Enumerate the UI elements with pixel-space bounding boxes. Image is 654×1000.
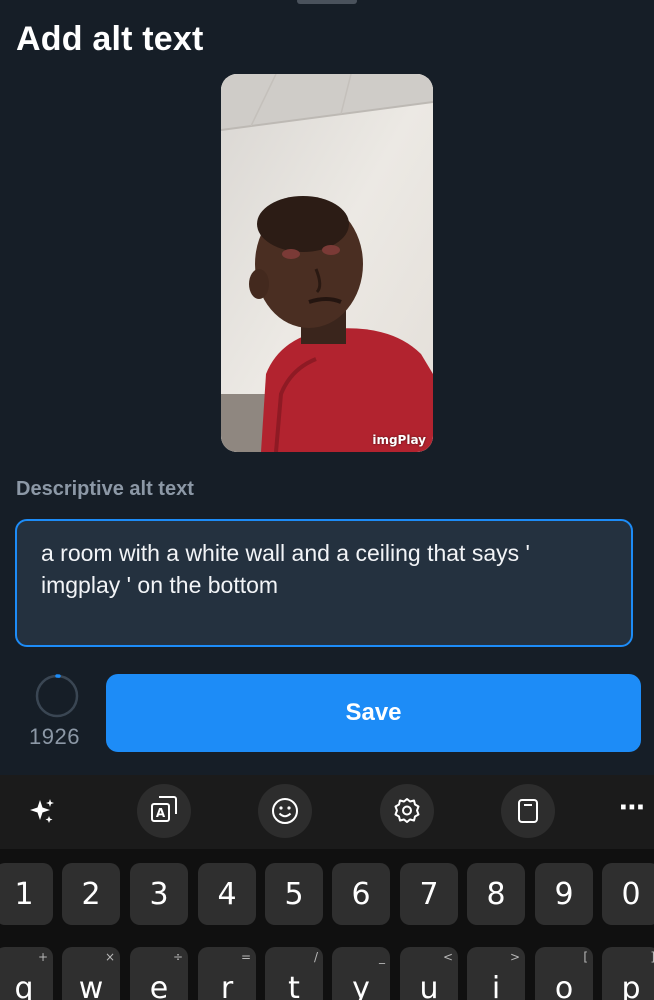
sparkle-icon[interactable] (15, 784, 69, 838)
key-p-secondary: ] (650, 950, 654, 964)
key-6[interactable]: 6 (332, 863, 390, 925)
emoji-icon[interactable] (258, 784, 312, 838)
key-3[interactable]: 3 (130, 863, 188, 925)
key-i-secondary: > (509, 950, 520, 964)
key-e-label: e (149, 971, 169, 1000)
key-y-label: y (352, 971, 370, 1000)
key-8[interactable]: 8 (467, 863, 525, 925)
key-o[interactable]: [o (535, 947, 593, 1000)
key-p[interactable]: ]p (602, 947, 654, 1000)
key-r-label: r (220, 971, 234, 1000)
key-y-secondary: _ (379, 950, 385, 964)
key-p-label: p (621, 971, 641, 1000)
key-o-secondary: [ (583, 950, 588, 964)
key-4[interactable]: 4 (198, 863, 256, 925)
imgplay-watermark: imgPlay (372, 433, 426, 447)
key-q-secondary: + (37, 950, 48, 964)
key-e-secondary: ÷ (172, 950, 183, 964)
key-5[interactable]: 5 (265, 863, 323, 925)
key-7[interactable]: 7 (400, 863, 458, 925)
photo (221, 74, 433, 452)
save-button[interactable]: Save (106, 674, 641, 752)
key-e[interactable]: ÷ e (130, 947, 188, 1000)
key-r-secondary: = (240, 950, 251, 964)
translate-icon[interactable]: A (137, 784, 191, 838)
key-y[interactable]: _ y (332, 947, 390, 1000)
key-o-label: o (554, 971, 574, 1000)
key-t-label: t (288, 971, 300, 1000)
key-1[interactable]: 1 (0, 863, 53, 925)
alt-text-label: Descriptive alt text (16, 478, 194, 500)
keyboard-toolbar: A ⋯ (0, 775, 654, 849)
key-q-label: q (14, 971, 34, 1000)
key-u[interactable]: < u (400, 947, 458, 1000)
key-i[interactable]: > i (467, 947, 525, 1000)
on-screen-keyboard: A ⋯ 1 2 3 4 5 6 7 8 9 0 + q × w ÷ e = r … (0, 775, 654, 1000)
alt-text-input[interactable]: a room with a white wall and a ceiling t… (15, 519, 633, 647)
page-title: Add alt text (16, 20, 204, 58)
key-w-secondary: × (104, 950, 115, 964)
more-icon[interactable]: ⋯ (612, 793, 652, 829)
image-preview: imgPlay (221, 74, 433, 452)
key-i-label: i (491, 971, 501, 1000)
alt-text-sheet: Add alt text imgPlay Descriptive alt tex… (0, 0, 654, 1000)
key-r[interactable]: = r (198, 947, 256, 1000)
key-9[interactable]: 9 (535, 863, 593, 925)
drag-handle[interactable] (297, 0, 357, 4)
settings-icon[interactable] (380, 784, 434, 838)
clipboard-icon[interactable] (501, 784, 555, 838)
key-t-secondary: / (313, 950, 318, 964)
key-0[interactable]: 0 (602, 863, 654, 925)
character-counter: 1926 (29, 724, 80, 749)
character-count-ring (35, 674, 79, 718)
key-u-label: u (419, 971, 439, 1000)
key-q[interactable]: + q (0, 947, 53, 1000)
key-2[interactable]: 2 (62, 863, 120, 925)
svg-text:A: A (156, 806, 166, 820)
key-w-label: w (78, 971, 104, 1000)
key-u-secondary: < (442, 950, 453, 964)
key-w[interactable]: × w (62, 947, 120, 1000)
key-t[interactable]: / t (265, 947, 323, 1000)
